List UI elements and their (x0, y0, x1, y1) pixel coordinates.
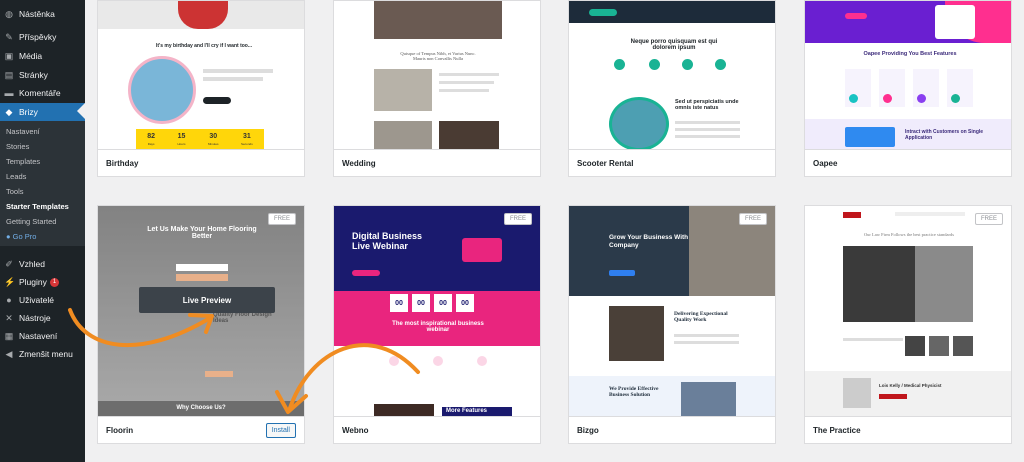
annotation-arrows (68, 308, 420, 414)
arrow-to-install (288, 343, 420, 410)
